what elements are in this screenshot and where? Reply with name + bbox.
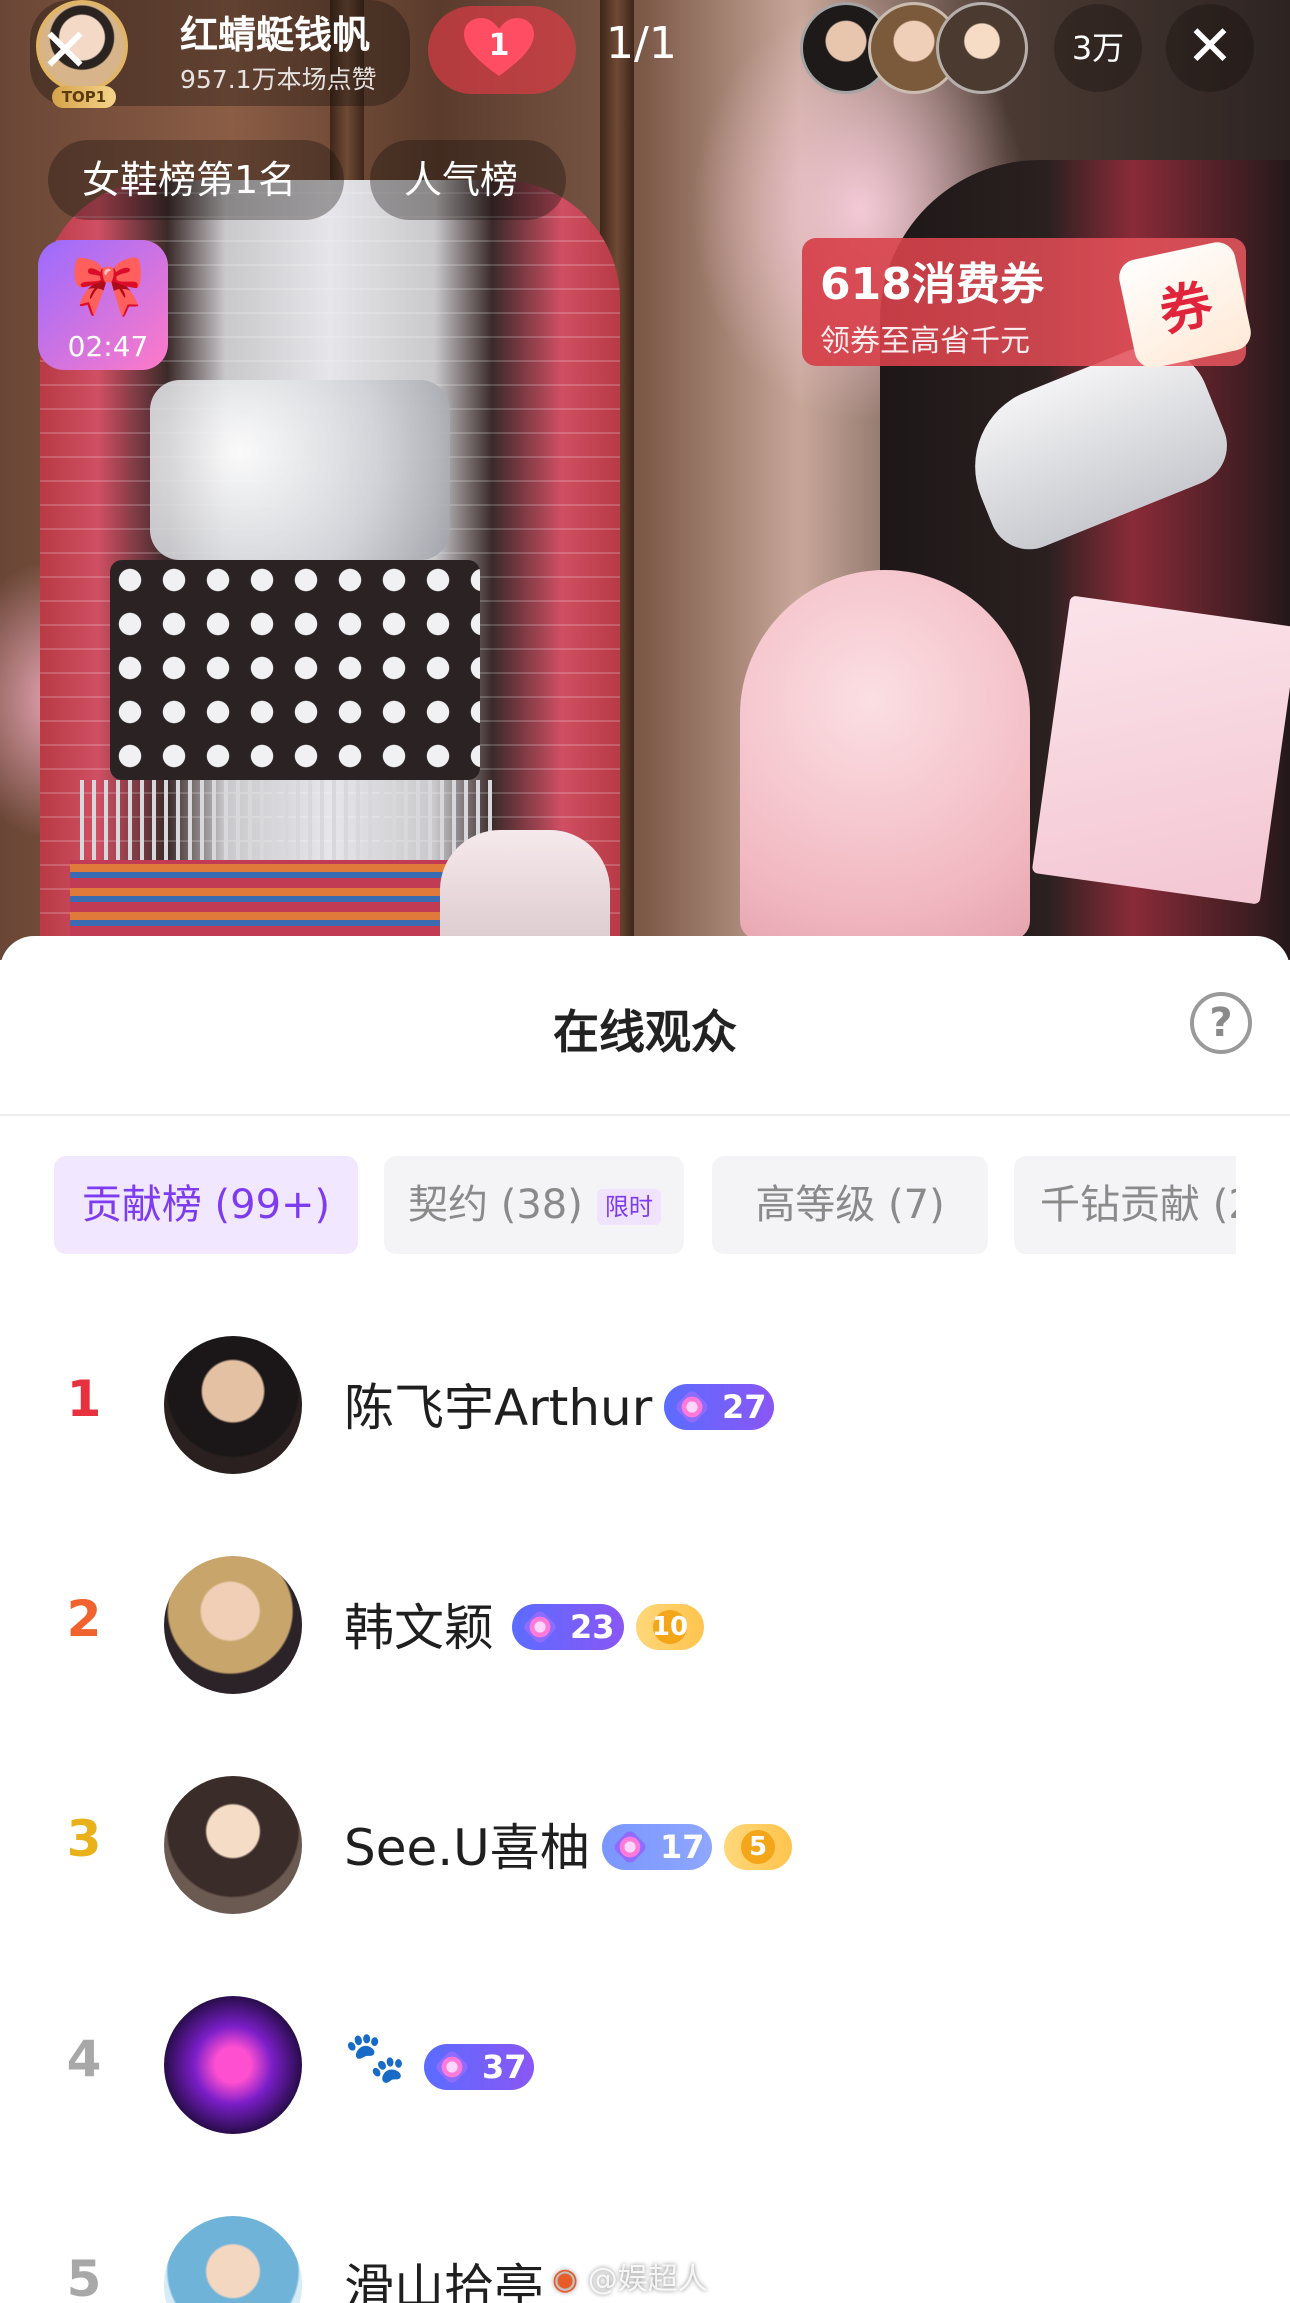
tab-contract[interactable]: 契约 (38) 限时	[384, 1156, 684, 1254]
tab-bar: 贡献榜 (99+) 契约 (38) 限时 高等级 (7) 千钻贡献 (2	[0, 1156, 1236, 1256]
help-icon[interactable]: ?	[1190, 992, 1252, 1054]
list-item[interactable]: 1 陈飞宇Arthur 27	[0, 1326, 1290, 1486]
rank-chip-popularity[interactable]: 人气榜	[370, 140, 566, 220]
gem-icon	[611, 1828, 649, 1866]
avatar[interactable]	[164, 2216, 302, 2303]
avatar[interactable]	[164, 1556, 302, 1694]
viewer-name: See.U喜柚	[344, 1819, 590, 1877]
list-item[interactable]: 3 See.U喜柚 17 5	[0, 1766, 1290, 1926]
viewer-count-button[interactable]: 3万	[1054, 4, 1142, 92]
list-item[interactable]: 4 🐾 37	[0, 1986, 1290, 2146]
rank-number: 5	[66, 2250, 102, 2303]
avatar[interactable]	[164, 1996, 302, 2134]
coupon-subtitle: 领券至高省千元	[820, 324, 1030, 359]
limited-time-tag: 限时	[596, 1189, 661, 1225]
weibo-icon: ◉	[552, 2262, 588, 2297]
tab-high-level[interactable]: 高等级 (7)	[712, 1156, 988, 1254]
bow-icon: 🎀	[70, 251, 146, 321]
host-name[interactable]: 红蜻蜓钱帆	[180, 4, 370, 59]
tab-contribution[interactable]: 贡献榜 (99+)	[54, 1156, 358, 1254]
fan-level-badge: 10	[636, 1604, 704, 1650]
page-counter: 1/1	[606, 18, 677, 69]
rank-number: 4	[66, 2030, 102, 2088]
tab-diamond-contribution[interactable]: 千钻贡献 (2	[1014, 1156, 1236, 1254]
silver-ornament	[150, 380, 450, 560]
sheet-title: 在线观众	[553, 1005, 737, 1059]
online-audience-sheet: 在线观众 ? 贡献榜 (99+) 契约 (38) 限时 高等级 (7) 千钻贡献 …	[0, 936, 1290, 2303]
rank-chip-shoes[interactable]: 女鞋榜第1名	[48, 140, 344, 220]
top1-badge: TOP1	[52, 86, 116, 108]
tab-contract-label: 契约 (38)	[408, 1182, 583, 1228]
rank-number: 1	[66, 1370, 102, 1428]
user-level-badge: 17	[602, 1824, 712, 1870]
divider	[0, 1114, 1290, 1116]
silver-coins	[110, 560, 480, 780]
silver-fringe	[80, 780, 500, 860]
gem-icon	[521, 1608, 559, 1646]
pink-cap-product	[740, 570, 1030, 940]
fans-club-count: 1	[488, 28, 510, 63]
watermark: ◉ @娱超人	[552, 2262, 708, 2297]
rank-number: 3	[66, 1810, 102, 1868]
viewer-name: 🐾	[344, 2028, 407, 2086]
close-icon[interactable]: ✕	[1166, 4, 1254, 92]
top-viewer-avatars[interactable]	[800, 0, 1030, 96]
viewer-name: 滑山拾亭	[344, 2259, 544, 2303]
pink-card-product	[1031, 595, 1290, 905]
fan-level-badge: 5	[724, 1824, 792, 1870]
host-likes: 957.1万本场点赞	[180, 65, 377, 94]
user-level-badge: 23	[512, 1604, 624, 1650]
viewer-name: 韩文颖	[344, 1599, 494, 1657]
gem-icon	[673, 1388, 711, 1426]
close-icon[interactable]: ✕	[36, 21, 94, 81]
timer-text: 02:47	[67, 330, 149, 363]
gem-icon	[433, 2048, 471, 2086]
coupon-title: 618消费券	[820, 259, 1044, 310]
list-item[interactable]: 2 韩文颖 23 10	[0, 1546, 1290, 1706]
avatar[interactable]	[164, 1776, 302, 1914]
viewer-avatar[interactable]	[936, 2, 1028, 94]
rank-number: 2	[66, 1590, 102, 1648]
user-level-badge: 27	[664, 1384, 774, 1430]
avatar[interactable]	[164, 1336, 302, 1474]
user-level-badge: 37	[424, 2044, 534, 2090]
viewer-name: 陈飞宇Arthur	[344, 1379, 653, 1437]
